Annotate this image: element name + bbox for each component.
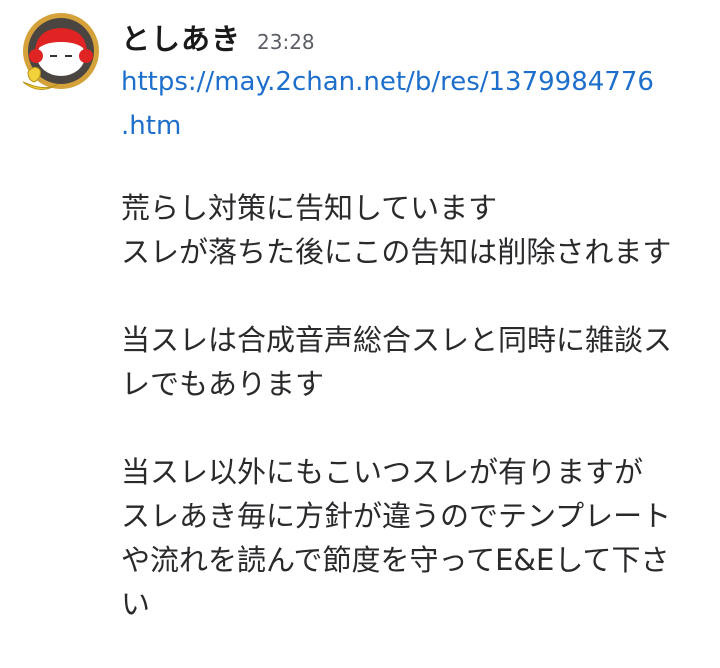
- text-line: スレが落ちた後にこの告知は削除されます: [121, 235, 672, 269]
- message-header: としあき 23:28: [121, 16, 315, 58]
- chat-message: としあき 23:28 https://may.2chan.net/b/res/1…: [0, 0, 720, 668]
- text-line: い: [121, 587, 151, 621]
- user-avatar[interactable]: [20, 12, 102, 94]
- link-line: .htm: [121, 111, 182, 141]
- message-timestamp: 23:28: [257, 30, 315, 54]
- text-line: や流れを読んで節度を守ってE&Eして下さ: [121, 543, 670, 577]
- author-name[interactable]: としあき: [121, 16, 241, 58]
- text-line: 当スレは合成音声総合スレと同時に雑談ス: [121, 323, 673, 357]
- message-body: 荒らし対策に告知しています スレが落ちた後にこの告知は削除されます 当スレは合成…: [121, 186, 701, 626]
- text-line: スレあき毎に方針が違うのでテンプレート: [121, 499, 672, 533]
- avatar-icon: [22, 13, 99, 90]
- link-line: https://may.2chan.net/b/res/1379984776: [121, 67, 654, 97]
- text-line: 荒らし対策に告知しています: [121, 191, 498, 225]
- text-line: 当スレ以外にもこいつスレが有りますが: [121, 455, 644, 489]
- thread-link[interactable]: https://may.2chan.net/b/res/1379984776 .…: [121, 60, 661, 148]
- text-line: レでもあります: [121, 367, 325, 401]
